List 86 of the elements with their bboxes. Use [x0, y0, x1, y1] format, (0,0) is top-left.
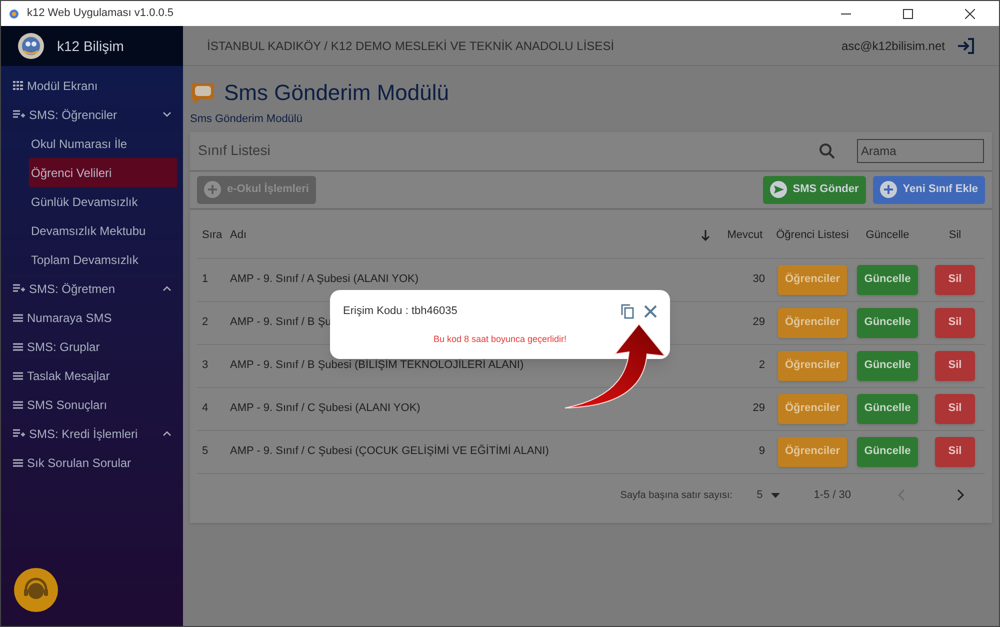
- column-header[interactable]: Güncelle: [850, 226, 925, 244]
- window-title: k12 Web Uygulaması v1.0.0.5: [27, 6, 174, 22]
- sidebar-item[interactable]: SMS: Kredi İşlemleri: [1, 419, 183, 448]
- chevron-down-icon: [163, 112, 171, 117]
- delete-button[interactable]: Sil: [935, 436, 975, 466]
- sidebar-subitem[interactable]: Toplam Devamsızlık: [29, 245, 177, 274]
- delete-button[interactable]: Sil: [935, 308, 975, 338]
- row-number: 5: [202, 445, 208, 458]
- page-range: 1-5 / 30: [814, 488, 851, 503]
- access-code-text: Erişim Kodu : tbh46035: [343, 304, 458, 319]
- menu-icon: [13, 400, 23, 408]
- chevron-up-icon: [163, 431, 171, 436]
- plus-circle-icon: [880, 181, 897, 198]
- page-title: Sms Gönderim Modülü: [224, 79, 449, 107]
- copy-icon[interactable]: [621, 304, 634, 319]
- row-number: 4: [202, 402, 208, 414]
- school-name: İSTANBUL KADIKÖY / K12 DEMO MESLEKİ VE TEKNİK ANADOLU LİSESİ: [207, 38, 614, 54]
- maximize-icon[interactable]: [903, 8, 913, 18]
- delete-button[interactable]: Sil: [935, 394, 975, 424]
- column-header[interactable]: Öğrenci Listesi: [775, 228, 850, 242]
- student-count: 29: [752, 315, 765, 330]
- sidebar-item[interactable]: SMS: Gruplar: [1, 332, 183, 361]
- card-title: Sınıf Listesi: [198, 141, 270, 160]
- menu-icon: [13, 314, 23, 322]
- dropdown-caret-icon: [770, 492, 780, 498]
- sidebar-item[interactable]: Modül Ekranı: [1, 71, 183, 100]
- menu-icon: [13, 458, 23, 466]
- student-count: 9: [758, 444, 765, 460]
- send-icon: [770, 181, 787, 198]
- chevron-up-icon: [163, 286, 171, 291]
- column-header[interactable]: Sıra: [197, 226, 227, 244]
- sidebar-subitem[interactable]: Öğrenci Velileri: [29, 158, 177, 187]
- row-number: 3: [202, 359, 208, 372]
- student-count: 2: [758, 358, 765, 374]
- support-agent-icon[interactable]: [14, 568, 58, 612]
- grid-icon: [13, 81, 23, 90]
- playlist-add-icon: [13, 429, 25, 438]
- update-button[interactable]: Güncelle: [857, 436, 918, 466]
- logo-icon: [17, 32, 45, 60]
- delete-button[interactable]: Sil: [935, 350, 975, 380]
- row-number: 1: [202, 273, 208, 286]
- playlist-add-icon: [13, 284, 25, 293]
- rows-per-page-select[interactable]: 5: [756, 486, 780, 504]
- column-header[interactable]: Sil: [925, 226, 985, 244]
- menu-icon: [13, 342, 23, 350]
- class-name: AMP - 9. Sınıf / C Şubesi (ALANI YOK): [230, 402, 420, 414]
- add-class-button[interactable]: Yeni Sınıf Ekle: [872, 176, 985, 204]
- menu-icon: [13, 372, 23, 380]
- validity-note: Bu kod 8 saat boyunca geçerlidir!: [433, 332, 567, 346]
- class-name: AMP - 9. Sınıf / C Şubesi (ÇOCUK GELİŞİMİ VE EĞİTİMİ ALANI): [230, 445, 549, 458]
- update-button[interactable]: Güncelle: [857, 350, 918, 380]
- sidebar-item[interactable]: SMS: Öğrenciler: [1, 100, 183, 129]
- sidebar-subitem[interactable]: Okul Numarası İle: [29, 129, 177, 158]
- sidebar-item[interactable]: Taslak Mesajlar: [1, 361, 183, 390]
- row-number: 2: [202, 316, 208, 328]
- sort-arrow-icon[interactable]: [700, 230, 710, 240]
- sidebar-subitem[interactable]: Günlük Devamsızlık: [29, 187, 177, 216]
- logout-icon[interactable]: [957, 38, 975, 54]
- rows-per-page-label: Sayfa başına satır sayısı:: [620, 488, 733, 502]
- close-icon[interactable]: [965, 8, 975, 18]
- sms-send-button[interactable]: SMS Gönder: [762, 176, 866, 204]
- search-field[interactable]: Arama: [857, 138, 984, 162]
- sidebar-item[interactable]: SMS Sonuçları: [1, 390, 183, 419]
- app-icon: [9, 8, 19, 18]
- playlist-add-icon: [13, 110, 25, 119]
- delete-button[interactable]: Sil: [935, 264, 975, 294]
- sidebar-item[interactable]: SMS: Öğretmen: [1, 274, 183, 303]
- search-icon[interactable]: [819, 142, 835, 158]
- sidebar-item[interactable]: Sık Sorulan Sorular: [1, 448, 183, 477]
- column-header[interactable]: Adı: [227, 226, 695, 244]
- breadcrumb[interactable]: Sms Gönderim Modülü: [190, 111, 302, 128]
- sidebar-item[interactable]: Numaraya SMS: [1, 303, 183, 332]
- class-name: AMP - 9. Sınıf / B Şubesi (BİLİŞİM TEKNOLOJİLERİ ALANI): [230, 359, 524, 372]
- update-button[interactable]: Güncelle: [857, 394, 918, 424]
- update-button[interactable]: Güncelle: [857, 308, 918, 338]
- plus-circle-icon: [204, 181, 221, 198]
- class-name: AMP - 9. Sınıf / A Şubesi (ALANI YOK): [230, 273, 419, 286]
- update-button[interactable]: Güncelle: [857, 264, 918, 294]
- brand-name: k12 Bilişim: [57, 36, 124, 56]
- next-page-icon[interactable]: [957, 489, 965, 501]
- user-email: asc@k12bilisim.net: [841, 38, 945, 54]
- sms-bubble-icon: [190, 80, 216, 104]
- student-count: 29: [752, 401, 765, 416]
- student-count: 30: [752, 272, 765, 288]
- column-header[interactable]: Mevcut: [715, 226, 775, 244]
- sidebar-subitem[interactable]: Devamsızlık Mektubu: [29, 216, 177, 245]
